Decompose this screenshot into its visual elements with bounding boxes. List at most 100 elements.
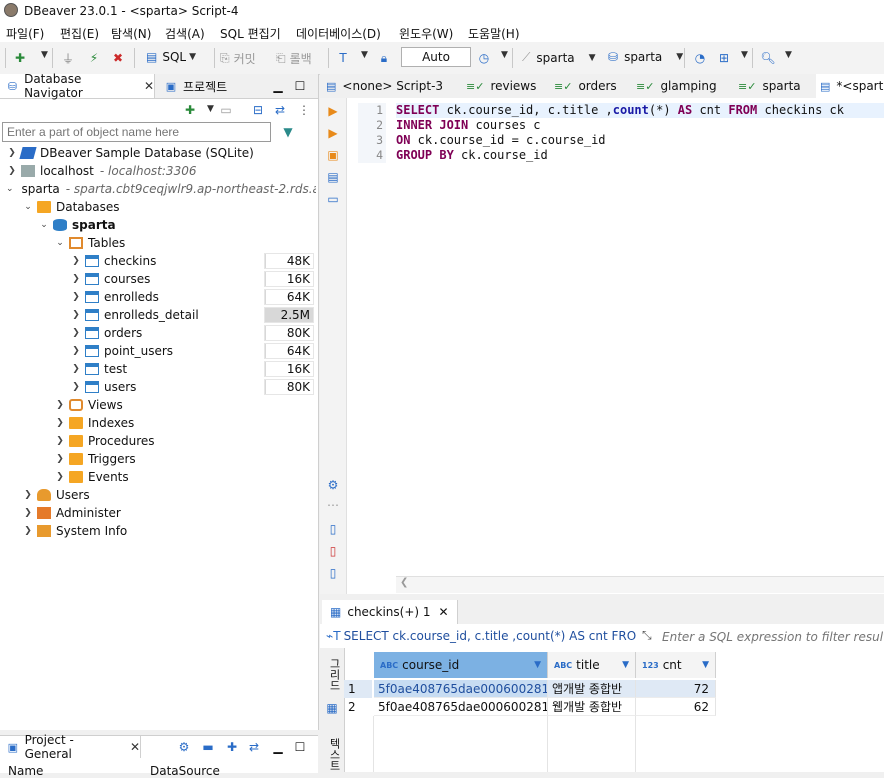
scroll-left-icon[interactable]: ❮ bbox=[400, 577, 408, 588]
chevron-right-icon[interactable]: ❯ bbox=[22, 526, 34, 536]
chevron-right-icon[interactable]: ❯ bbox=[6, 166, 18, 176]
sql-editor[interactable]: ▶ ▶ ▣ ▤ ▭ ⚙ ⋯ ▯ ▯ ▯ 1 2 3 4 SELECT ck.co… bbox=[320, 98, 884, 594]
explain-plan-icon[interactable]: ▤ bbox=[326, 170, 340, 184]
code-line[interactable]: ON ck.course_id = c.course_id bbox=[396, 133, 884, 148]
horizontal-scrollbar[interactable]: ❮ bbox=[396, 576, 884, 593]
disconnect-all-icon[interactable]: ✖ bbox=[110, 50, 126, 66]
dashboard-icon[interactable]: ◔ bbox=[692, 50, 708, 66]
new-connection-icon[interactable]: ✚ bbox=[12, 50, 28, 66]
chevron-down-icon[interactable]: ⌄ bbox=[54, 238, 66, 248]
tree-node-localhost[interactable]: ❯ localhost - localhost:3306 bbox=[6, 162, 322, 180]
active-connection-selector[interactable]: ⟋ sparta ▼ bbox=[522, 50, 596, 65]
tab-grid-view[interactable]: 그리드 bbox=[322, 654, 342, 694]
chevron-right-icon[interactable]: ❯ bbox=[70, 274, 82, 284]
column-header-course-id[interactable]: ABC course_id ▼ bbox=[374, 652, 548, 678]
chevron-right-icon[interactable]: ❯ bbox=[70, 292, 82, 302]
maximize-icon[interactable]: ☐ bbox=[292, 78, 308, 94]
chevron-right-icon[interactable]: ❯ bbox=[54, 436, 66, 446]
transaction-dropdown-icon[interactable]: ▼ bbox=[361, 50, 368, 60]
editor-tab[interactable]: ≡✓ orders bbox=[554, 74, 617, 98]
code-line[interactable]: SELECT ck.course_id, c.title ,count(*) A… bbox=[396, 103, 884, 118]
minimize-icon[interactable]: ▁ bbox=[270, 78, 286, 94]
close-icon[interactable]: ✕ bbox=[144, 79, 154, 93]
editor-tab[interactable]: ≡✓ glamping bbox=[636, 74, 717, 98]
minimize-icon[interactable]: ▁ bbox=[270, 739, 286, 755]
output-console-icon[interactable]: ▭ bbox=[326, 192, 340, 206]
object-filter-input[interactable] bbox=[2, 122, 271, 142]
collapse-all-icon[interactable]: ⊟ bbox=[250, 102, 266, 118]
execute-script-icon[interactable]: ▣ bbox=[326, 148, 340, 162]
chevron-right-icon[interactable]: ❯ bbox=[54, 400, 66, 410]
sql-editor-button[interactable]: ▤ SQL ▼ bbox=[146, 50, 196, 64]
chevron-right-icon[interactable]: ❯ bbox=[22, 508, 34, 518]
settings-icon[interactable]: ⚙ bbox=[176, 739, 192, 755]
tree-node-sample-db[interactable]: ❯ DBeaver Sample Database (SQLite) bbox=[6, 144, 322, 162]
executed-query-text[interactable]: ⌁T SELECT ck.course_id, c.title ,count(*)… bbox=[326, 629, 636, 643]
commit-button[interactable]: ⎘ 커밋 bbox=[220, 50, 256, 67]
new-folder-icon[interactable]: ▭ bbox=[218, 102, 234, 118]
history-dropdown-icon[interactable]: ▼ bbox=[501, 50, 508, 60]
chevron-right-icon[interactable]: ❯ bbox=[54, 472, 66, 482]
history-icon[interactable]: ◷ bbox=[476, 50, 492, 66]
settings-icon[interactable]: ⚙ bbox=[326, 478, 340, 492]
chevron-right-icon[interactable]: ❯ bbox=[6, 148, 18, 158]
column-header-title[interactable]: ABC title ▼ bbox=[548, 652, 636, 678]
er-dropdown-icon[interactable]: ▼ bbox=[741, 50, 748, 60]
sort-icon[interactable]: ▼ bbox=[622, 660, 629, 670]
search-icon[interactable]: 🔍︎ bbox=[760, 50, 776, 66]
cell-title[interactable]: 웹개발 종합반 bbox=[548, 698, 636, 716]
collapse-icon[interactable]: ▬ bbox=[200, 739, 216, 755]
editor-tab[interactable]: ≡✓ sparta bbox=[738, 74, 801, 98]
new-script-icon[interactable]: ▯ bbox=[326, 522, 340, 536]
results-filter-input[interactable] bbox=[660, 626, 884, 647]
code-line[interactable]: GROUP BY ck.course_id bbox=[396, 148, 884, 163]
tree-node-sparta-db[interactable]: ⌄ sparta bbox=[38, 216, 354, 234]
menu-search[interactable]: 검색(A) bbox=[165, 25, 205, 42]
add-icon[interactable]: ✚ bbox=[224, 739, 240, 755]
row-number[interactable]: 2 bbox=[344, 698, 372, 716]
editor-tab-active[interactable]: ▤*<sparta bbox=[816, 74, 884, 98]
cell-course-id[interactable]: 5f0ae408765dae0006002816 bbox=[374, 698, 548, 716]
er-diagram-icon[interactable]: ⊞ bbox=[716, 50, 732, 66]
chevron-right-icon[interactable]: ❯ bbox=[54, 418, 66, 428]
code-line[interactable]: INNER JOIN courses c bbox=[396, 118, 884, 133]
chevron-right-icon[interactable]: ❯ bbox=[70, 256, 82, 266]
column-header-datasource[interactable]: DataSource bbox=[150, 764, 220, 778]
expand-icon[interactable]: ⤡ bbox=[642, 628, 652, 643]
code-area[interactable]: SELECT ck.course_id, c.title ,count(*) A… bbox=[396, 103, 884, 163]
cell-cnt[interactable]: 72 bbox=[636, 680, 716, 698]
chevron-right-icon[interactable]: ❯ bbox=[70, 328, 82, 338]
results-tab[interactable]: ▦ checkins(+) 1 ✕ bbox=[322, 600, 458, 624]
view-menu-icon[interactable]: ⋮ bbox=[296, 102, 312, 118]
row-number[interactable]: 1 bbox=[344, 680, 372, 698]
execute-statement-icon[interactable]: ▶ bbox=[326, 104, 340, 118]
editor-tab[interactable]: ≡✓ reviews bbox=[466, 74, 536, 98]
column-header-name[interactable]: Name bbox=[8, 764, 43, 778]
transaction-mode-icon[interactable]: T bbox=[335, 50, 351, 66]
connect-icon[interactable]: ⚡ bbox=[86, 50, 102, 66]
editor-tab[interactable]: ▤ <none> Script-3 bbox=[326, 74, 443, 98]
chevron-down-icon[interactable]: ⌄ bbox=[38, 220, 50, 230]
search-dropdown-icon[interactable]: ▼ bbox=[785, 50, 792, 60]
menu-window[interactable]: 윈도우(W) bbox=[399, 25, 453, 42]
chevron-right-icon[interactable]: ❯ bbox=[70, 310, 82, 320]
link-icon[interactable]: ⇄ bbox=[246, 739, 262, 755]
rollback-button[interactable]: ⎗ 롤백 bbox=[276, 50, 312, 67]
grid-icon[interactable]: ▦ bbox=[324, 700, 340, 716]
chevron-right-icon[interactable]: ❯ bbox=[70, 364, 82, 374]
menu-database[interactable]: 데이터베이스(D) bbox=[296, 25, 381, 42]
cell-cnt[interactable]: 62 bbox=[636, 698, 716, 716]
tree-node-databases[interactable]: ⌄ Databases bbox=[22, 198, 338, 216]
close-script-icon[interactable]: ▯ bbox=[326, 544, 340, 558]
cell-title[interactable]: 앱개발 종합반 bbox=[548, 680, 636, 698]
tab-text-view[interactable]: 텍스트 bbox=[322, 734, 342, 774]
chevron-down-icon[interactable]: ⌄ bbox=[22, 202, 34, 212]
tree-node-system-info[interactable]: ❯ System Info bbox=[22, 522, 338, 540]
tree-node-administer[interactable]: ❯ Administer bbox=[22, 504, 338, 522]
new-connection-icon[interactable]: ✚ bbox=[182, 102, 198, 118]
execute-in-new-tab-icon[interactable]: ▶ bbox=[326, 126, 340, 140]
tree-node-users[interactable]: ❯ Users bbox=[22, 486, 338, 504]
menu-file[interactable]: 파일(F) bbox=[6, 25, 44, 42]
menu-sql-editor[interactable]: SQL 편집기 bbox=[220, 25, 281, 42]
variables-icon[interactable]: ▯ bbox=[326, 566, 340, 580]
